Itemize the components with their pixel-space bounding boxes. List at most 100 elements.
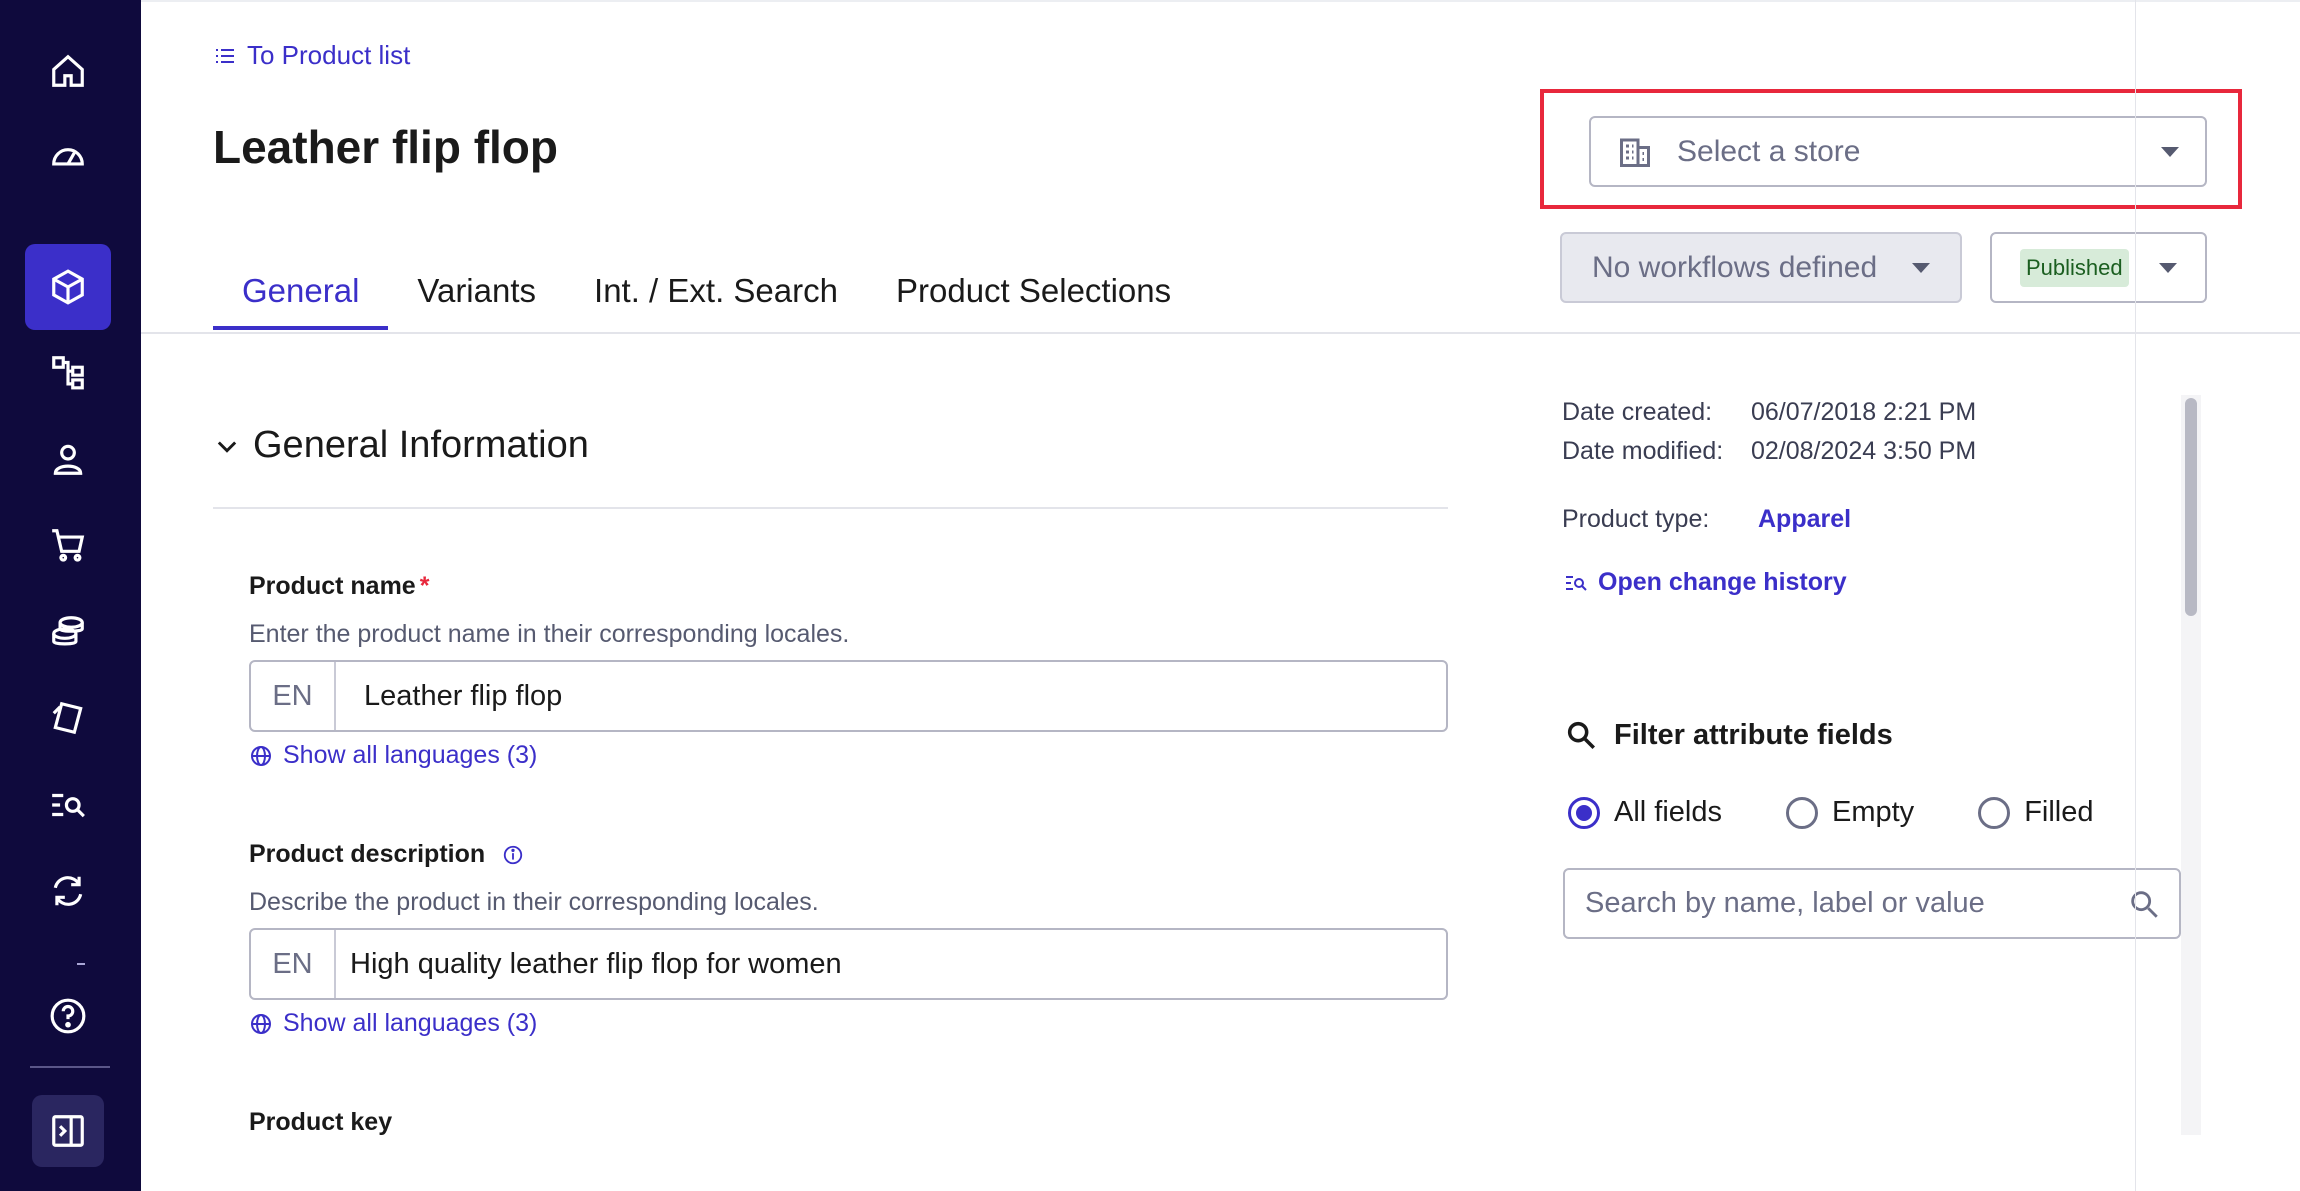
radio-all-fields[interactable]: All fields [1568, 796, 1722, 829]
radio-filled[interactable]: Filled [1978, 796, 2094, 829]
collapse-sidebar-button[interactable] [32, 1095, 104, 1167]
nav-customers[interactable] [25, 416, 111, 502]
back-to-product-list-link[interactable]: To Product list [213, 40, 410, 71]
chevron-down-icon [2159, 262, 2177, 273]
product-name-label: Product name * [249, 572, 429, 601]
nav-help[interactable] [25, 973, 111, 1059]
product-name-label-text: Product name [249, 572, 416, 600]
product-name-hint: Enter the product name in their correspo… [249, 620, 850, 648]
globe-icon [251, 1013, 271, 1034]
sidebar-scroll-marker [77, 963, 85, 965]
radio-label: Empty [1832, 796, 1915, 828]
radio-indicator[interactable] [1568, 796, 1600, 829]
section-title: General Information [253, 424, 589, 466]
page-title: Leather flip flop [213, 121, 558, 173]
nav-categories[interactable] [25, 329, 111, 415]
open-change-history-link[interactable]: Open change history [1564, 568, 1847, 597]
main-content: To Product list Leather flip flop Select… [141, 0, 2300, 1191]
scrollbar-thumb[interactable] [2185, 398, 2197, 616]
workflow-select[interactable]: No workflows defined [1560, 232, 1962, 303]
tab-search[interactable]: Int. / Ext. Search [565, 262, 867, 328]
prices-icon [52, 616, 84, 646]
status-select[interactable]: Published [1990, 232, 2207, 303]
products-icon [52, 269, 84, 305]
customers-icon [53, 444, 83, 475]
help-icon [50, 998, 86, 1034]
page-right-border [2135, 0, 2136, 1191]
sidebar [0, 0, 141, 1191]
tab-product-selections[interactable]: Product Selections [867, 262, 1200, 328]
filter-radio-group: All fields Empty Filled [1568, 796, 2158, 829]
nav-orders[interactable] [25, 502, 111, 588]
radio-indicator[interactable] [1978, 796, 2011, 829]
chevron-down-icon [217, 440, 237, 453]
home-icon [52, 54, 84, 87]
tabs-divider [141, 332, 2300, 334]
tab-general[interactable]: General [213, 262, 389, 330]
store-select[interactable]: Select a store [1589, 116, 2207, 187]
product-description-label: Product description [249, 840, 524, 869]
product-type-label: Product type: [1562, 505, 1710, 533]
radio-empty[interactable]: Empty [1786, 796, 1914, 829]
globe-icon [251, 745, 271, 766]
show-all-languages-description-link[interactable]: Show all languages (3) [249, 1009, 537, 1038]
dashboard-icon [52, 148, 84, 166]
tab-variants[interactable]: Variants [388, 262, 565, 328]
search-icon [1567, 721, 1596, 750]
product-name-value[interactable]: Leather flip flop [336, 680, 562, 713]
show-all-languages-label: Show all languages (3) [283, 741, 538, 769]
section-divider [213, 507, 1448, 509]
nav-operations[interactable] [25, 848, 111, 934]
nav-search-index[interactable] [25, 762, 111, 848]
search-icon[interactable] [2127, 887, 2161, 921]
operations-icon [53, 876, 83, 906]
product-description-label-text: Product description [249, 840, 486, 868]
radio-label: All fields [1614, 796, 1722, 828]
attribute-search-box [1563, 868, 2181, 939]
required-mark: * [419, 572, 430, 600]
orders-icon [52, 529, 85, 562]
chevron-down-icon [2161, 146, 2179, 157]
list-icon [216, 48, 234, 63]
workflow-label: No workflows defined [1592, 250, 1878, 284]
general-information-toggle[interactable]: General Information [213, 424, 589, 467]
product-description-value[interactable]: High quality leather flip flop for women [336, 948, 842, 981]
info-icon[interactable] [502, 844, 524, 866]
radio-indicator[interactable] [1786, 796, 1818, 829]
date-modified-label: Date modified: [1562, 437, 1724, 465]
locale-label: EN [251, 930, 336, 998]
product-description-input[interactable]: EN High quality leather flip flop for wo… [249, 928, 1448, 1000]
date-created-value: 06/07/2018 2:21 PM [1751, 398, 1977, 426]
locale-label: EN [251, 662, 336, 730]
product-key-label: Product key [249, 1108, 393, 1136]
nav-dashboard[interactable] [25, 113, 111, 199]
sidebar-divider [30, 1066, 110, 1068]
building-icon [1620, 138, 1650, 167]
show-all-languages-label: Show all languages (3) [283, 1009, 538, 1037]
tab-bar: General Variants Int. / Ext. Search Prod… [213, 262, 1200, 330]
product-description-hint: Describe the product in their correspond… [249, 888, 819, 916]
date-modified-value: 02/08/2024 3:50 PM [1751, 437, 1977, 465]
nav-products[interactable] [25, 244, 111, 330]
filter-title-text: Filter attribute fields [1614, 718, 1893, 751]
history-search-icon [1566, 575, 1587, 591]
history-link-label: Open change history [1598, 568, 1847, 596]
nav-discounts[interactable] [25, 675, 111, 761]
filter-attribute-fields-title: Filter attribute fields [1564, 718, 1893, 752]
date-created-label: Date created: [1562, 398, 1713, 426]
search-index-icon [52, 793, 85, 818]
attribute-search-input[interactable] [1583, 886, 2127, 921]
categories-icon [52, 356, 84, 390]
product-type-link[interactable]: Apparel [1758, 505, 1851, 534]
nav-home[interactable] [25, 28, 111, 114]
chevron-down-icon [1912, 262, 1930, 273]
back-link-label: To Product list [247, 40, 411, 70]
product-name-input[interactable]: EN Leather flip flop [249, 660, 1448, 732]
show-all-languages-name-link[interactable]: Show all languages (3) [249, 741, 537, 770]
status-badge: Published [2020, 248, 2129, 287]
collapse-sidebar-icon [52, 1115, 84, 1147]
nav-prices[interactable] [25, 589, 111, 675]
store-select-placeholder: Select a store [1677, 134, 1861, 168]
discounts-icon [52, 701, 83, 735]
radio-label: Filled [2024, 796, 2094, 828]
